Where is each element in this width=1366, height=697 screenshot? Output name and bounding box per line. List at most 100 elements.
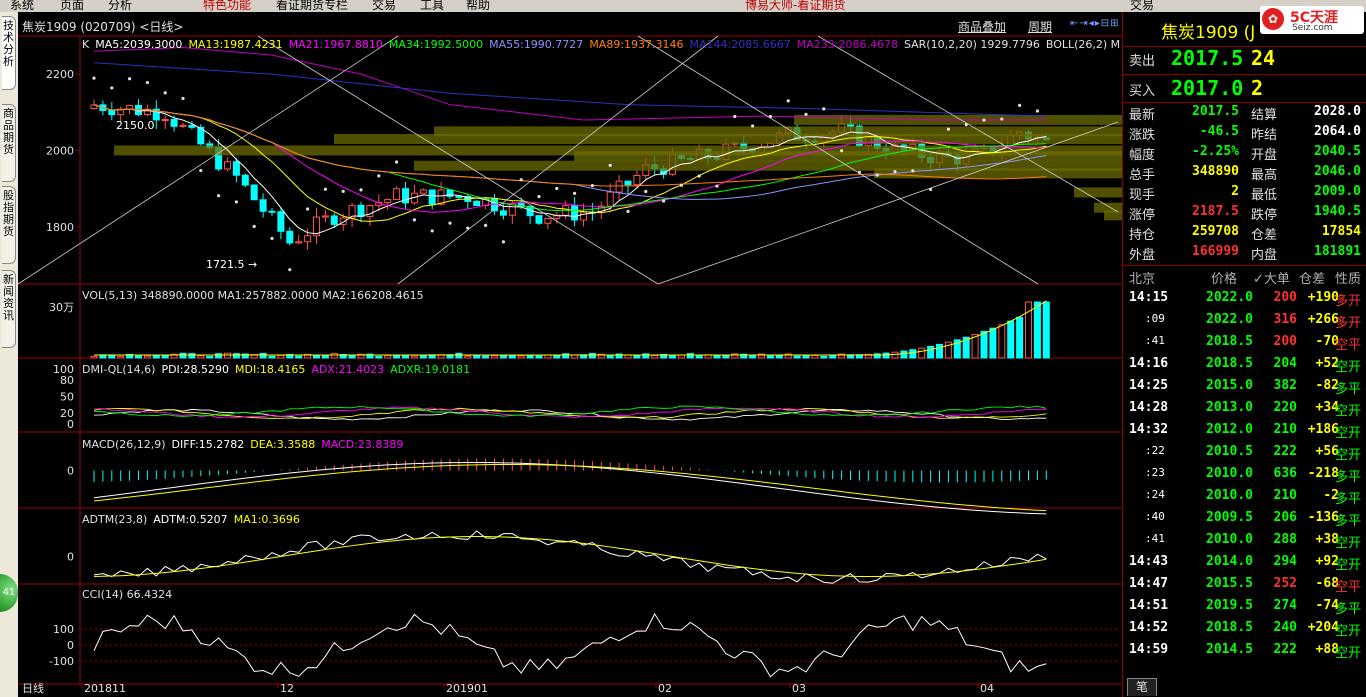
tick-type: 空平 [1335,580,1362,595]
volume-bar [295,355,303,359]
sar-dot [733,114,737,119]
annotation-low: 1721.5 → [206,258,257,271]
menu-item-help[interactable]: 帮助 [466,0,490,12]
volume-bar [499,355,507,359]
macd-tick-label: 0 [67,465,74,478]
chart-area[interactable]: 2200 2000 1800 2150.0 1721.5 → 30万 100 80 50 20 0 0… [18,12,1122,697]
tick-price: 2010.5 [1206,444,1253,459]
menu-item-page[interactable]: 页面 [60,0,84,12]
volume-bar [900,350,908,359]
candle-body [384,199,392,204]
volume-bar [980,330,988,359]
sar-dot [217,194,221,198]
ma-legend-item: MA13:1987.4231 [188,38,283,51]
tick-time: 14:32 [1129,422,1169,437]
stat-value: 259708 [1192,224,1239,239]
volume-bar [544,354,552,359]
volume-bar [152,354,160,359]
trade-button[interactable]: 交易 [1130,0,1154,12]
sidebar-tab-index-futures[interactable]: 股指期货 [2,186,16,264]
sidebar-tab-news[interactable]: 新闻资讯 [2,270,16,348]
volume-bar [330,352,338,359]
candle-body [455,195,463,198]
stat-label: 最低 [1251,188,1278,203]
stat-label: 内盘 [1251,248,1278,263]
tick-type: 空开 [1335,404,1362,419]
tab-ticks[interactable]: 笔 [1127,678,1157,696]
menu-item-tools[interactable]: 工具 [420,0,444,12]
stat-label: 结算 [1251,108,1278,123]
candle-body [170,119,178,127]
sar-dot [822,107,826,111]
menu-item-column[interactable]: 看证期货专栏 [276,0,348,12]
sar-dot [840,149,844,153]
stat-label: 开盘 [1251,148,1278,163]
annotation-high: 2150.0 [116,119,155,132]
dmi-legend-item: DMI-QL(14,6) [82,363,156,376]
tick-price: 2018.5 [1206,356,1253,371]
stat-label: 最高 [1251,168,1278,183]
tick-price: 2015.0 [1206,378,1253,393]
sidebar-tab-technical[interactable]: 技术分析 [2,16,16,90]
overlay-button[interactable]: 商品叠加 [958,18,1006,35]
period-button[interactable]: 周期 [1028,18,1052,35]
sar-dot [412,218,416,222]
tick-price: 2010.0 [1206,532,1253,547]
volume-bar [135,355,142,359]
menu-item-analysis[interactable]: 分析 [108,0,132,12]
tick-time: :24 [1145,488,1165,501]
macd-legend-item: DEA:3.3588 [250,438,316,451]
volume-bar [402,354,409,359]
sidebar-tab-commodity[interactable]: 商品期货 [2,104,16,182]
candle-body [295,241,303,244]
tick-volume: 274 [1273,598,1297,613]
volume-profile-bar [1104,210,1122,221]
volume-bar [375,355,383,359]
volume-bar [535,355,543,359]
tick-time: 14:47 [1129,576,1169,591]
stat-value: 17854 [1321,224,1361,239]
adtm-legend-item: ADTM:0.5207 [153,513,228,526]
volume-bar [197,355,205,359]
sar-dot [306,207,310,211]
tick-type: 多平 [1335,514,1362,529]
volume-bar [936,343,943,359]
dmi-legend-item: MDI:18.4165 [235,363,306,376]
sar-dot [555,186,559,191]
ma-legend: K MA5:2039.3000 MA13:1987.4231 MA21:1967.88… [82,38,1126,51]
stat-value: 348890 [1192,164,1239,179]
sar-dot [573,191,577,195]
stat-value: 1940.5 [1314,204,1361,219]
tick-type: 空开 [1335,624,1362,639]
sar-dot [662,199,666,203]
tick-type: 空平 [1335,338,1362,353]
sar-dot [288,268,292,272]
navigation-arrows-icon[interactable]: ⇤⇥◂▸⊟⊞ [1070,18,1120,29]
tick-type: 空开 [1335,536,1362,551]
volume-bar [651,355,659,359]
tick-price: 2012.0 [1206,422,1253,437]
ma-legend-item: BOLL(26,2) M [1045,38,1121,51]
volume-bar [998,324,1006,359]
candle-body [624,180,632,186]
cci-tick-label: 0 [67,639,74,652]
candle-body [535,215,543,224]
tick-time: 14:16 [1129,356,1169,371]
tick-time: 14:59 [1129,642,1169,657]
stat-label: 涨跌 [1129,128,1156,143]
tick-type: 空开 [1335,360,1362,375]
macd-legend: MACD(26,12,9) DIFF:15.2782 DEA:3.3588 MACD:… [82,438,409,451]
menu-item-trade[interactable]: 交易 [372,0,396,12]
volume-bar [686,353,694,359]
tick-header-cell: ✓大单 [1253,272,1290,287]
volume-bar [473,354,481,359]
adtm-legend: ADTM(23,8) ADTM:0.5207 MA1:0.3696 [82,513,306,526]
sar-dot [341,189,345,193]
menu-item-features[interactable]: 特色功能 [203,0,251,12]
volume-bar [188,353,196,359]
volume-bar [517,355,525,359]
volume-bar [927,345,935,359]
sar-dot [679,183,684,187]
menu-item-system[interactable]: 系统 [10,0,34,12]
volume-bar [206,355,214,359]
